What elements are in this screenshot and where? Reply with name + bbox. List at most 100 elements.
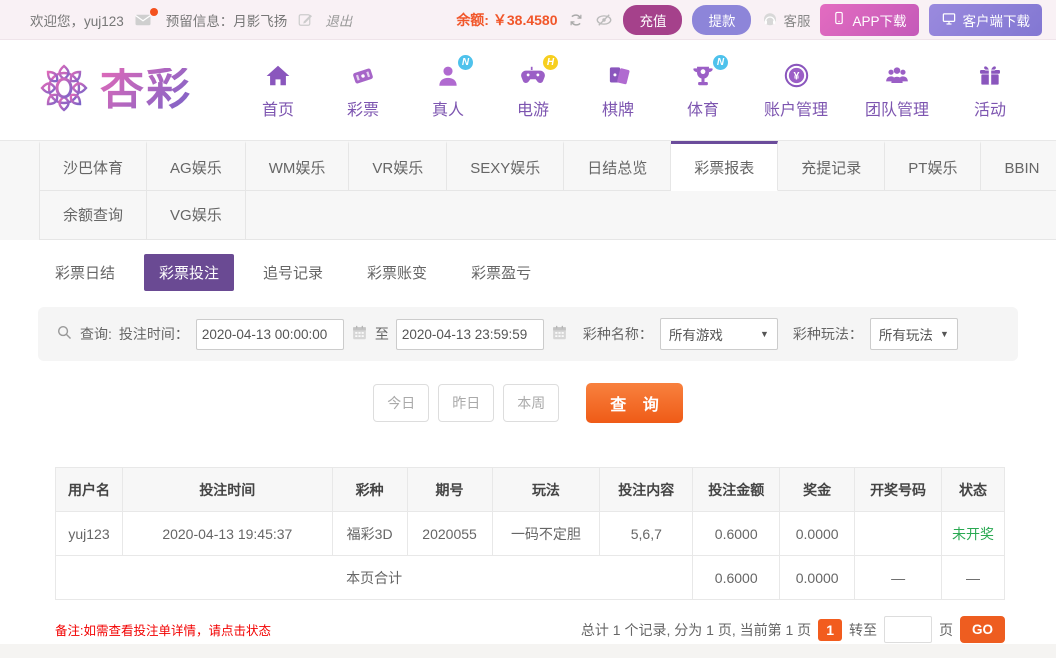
withdraw-button[interactable]: 提款 — [692, 4, 752, 35]
tab-balance-query[interactable]: 余额查询 — [39, 191, 148, 240]
nav-badge-h: H — [543, 54, 558, 70]
search-button[interactable]: 查 询 — [586, 383, 683, 423]
nav-item-sports[interactable]: N 体育 — [679, 54, 728, 120]
subtab-lottery-bets[interactable]: 彩票投注 — [144, 254, 235, 291]
team-icon — [882, 61, 912, 91]
chevron-down-icon: ▼ — [939, 329, 949, 339]
total-label: 本页合计 — [54, 555, 694, 600]
goto-page-input[interactable] — [883, 616, 932, 643]
site-header: 杏彩 首页 彩票 N 真人 H 电游 棋牌 N 体育 ¥ 账户管理 团队管理 活… — [0, 40, 1056, 140]
bets-table-wrap: 用户名 投注时间 彩种 期号 玩法 投注内容 投注金额 奖金 开奖号码 状态 y… — [54, 467, 1005, 600]
subtab-chase-records[interactable]: 追号记录 — [248, 254, 338, 291]
bets-table: 用户名 投注时间 彩种 期号 玩法 投注内容 投注金额 奖金 开奖号码 状态 y… — [54, 467, 1005, 600]
game-select[interactable]: 所有游戏 ▼ — [659, 318, 778, 350]
cell-bet-time: 2020-04-13 19:45:37 — [121, 511, 333, 556]
current-page-badge[interactable]: 1 — [818, 618, 842, 641]
col-bet-content: 投注内容 — [599, 467, 694, 512]
logout-link[interactable]: 退出 — [325, 10, 352, 30]
tab-wm[interactable]: WM娱乐 — [245, 141, 350, 191]
mail-icon[interactable] — [134, 7, 158, 29]
col-issue-number: 期号 — [406, 467, 493, 512]
col-bet-amount: 投注金额 — [692, 467, 781, 512]
nav-item-account[interactable]: ¥ 账户管理 — [764, 61, 828, 120]
tab-shaba-sports[interactable]: 沙巴体育 — [39, 141, 148, 191]
tab-sexy[interactable]: SEXY娱乐 — [447, 141, 565, 191]
total-bet-amount: 0.6000 — [692, 555, 781, 600]
reserved-info: 预留信息：月影飞扬 — [165, 13, 288, 29]
nav-item-team[interactable]: 团队管理 — [865, 61, 929, 120]
calendar-icon[interactable] — [351, 324, 368, 344]
edit-icon[interactable] — [297, 11, 315, 29]
col-play-type: 玩法 — [491, 467, 601, 512]
nav-item-cards[interactable]: 棋牌 — [594, 61, 642, 120]
topbar: 欢迎您，yuj123 预留信息：月影飞扬 退出 余额: ￥38.4580 充值 — [0, 0, 1056, 40]
app-download-button[interactable]: APP下载 — [820, 3, 919, 36]
subtab-lottery-daily[interactable]: 彩票日结 — [40, 254, 130, 291]
col-username: 用户名 — [55, 467, 123, 512]
cell-status-link[interactable]: 未开奖 — [941, 511, 1005, 556]
col-lottery-type: 彩种 — [331, 467, 408, 512]
to-label: 至 — [374, 326, 389, 342]
total-draw-number-dash: — — [854, 555, 942, 600]
refresh-icon[interactable] — [567, 11, 585, 29]
col-status: 状态 — [941, 467, 1005, 512]
balance-label: 余额: — [456, 11, 489, 28]
play-type-label: 彩种玩法： — [792, 326, 863, 342]
app-download-label: APP下载 — [852, 13, 907, 29]
eye-hide-icon[interactable] — [595, 11, 613, 29]
subtab-lottery-profit-loss[interactable]: 彩票盈亏 — [456, 254, 546, 291]
tab-deposit-withdraw-records[interactable]: 充提记录 — [778, 141, 886, 191]
search-icon — [56, 324, 73, 344]
time-from-input[interactable] — [195, 318, 344, 350]
pagination-summary: 总计 1 个记录, 分为 1 页, 当前第 1 页 — [580, 621, 812, 638]
nav-badge-n: N — [458, 54, 473, 70]
site-logo[interactable]: 杏彩 — [36, 60, 192, 121]
cell-draw-number — [854, 511, 942, 556]
home-icon — [263, 61, 293, 91]
tab-daily-overview[interactable]: 日结总览 — [564, 141, 672, 191]
recharge-button[interactable]: 充值 — [623, 4, 683, 35]
tab-lottery-report[interactable]: 彩票报表 — [671, 141, 779, 191]
cell-username: yuj123 — [55, 511, 123, 556]
notification-dot — [149, 7, 158, 16]
table-total-row: 本页合计 0.6000 0.0000 — — — [54, 555, 1005, 600]
gift-icon — [975, 61, 1005, 91]
go-button[interactable]: GO — [959, 616, 1005, 643]
query-label: 查询: — [80, 326, 112, 342]
tab-row-2: 余额查询 VG娱乐 — [0, 191, 1056, 240]
nav-item-lottery[interactable]: 彩票 — [339, 61, 387, 120]
this-week-button[interactable]: 本周 — [503, 384, 560, 422]
nav-item-live[interactable]: N 真人 — [424, 54, 473, 120]
cell-issue-number: 2020055 — [406, 511, 493, 556]
play-select[interactable]: 所有玩法 ▼ — [869, 318, 958, 350]
time-to-input[interactable] — [395, 318, 544, 350]
tab-vg[interactable]: VG娱乐 — [147, 191, 246, 240]
tab-vr[interactable]: VR娱乐 — [349, 141, 448, 191]
subtab-lottery-account-change[interactable]: 彩票账变 — [352, 254, 442, 291]
calendar-icon[interactable] — [551, 324, 568, 344]
game-select-value: 所有游戏 — [668, 328, 723, 343]
col-bet-time: 投注时间 — [121, 467, 333, 512]
yesterday-button[interactable]: 昨日 — [438, 384, 495, 422]
live-icon: N — [433, 54, 473, 91]
tab-ag[interactable]: AG娱乐 — [147, 141, 246, 191]
tabrow-filler — [245, 191, 1056, 240]
cell-lottery-type: 福彩3D — [331, 511, 408, 556]
today-button[interactable]: 今日 — [373, 384, 430, 422]
nav-item-egames[interactable]: H 电游 — [509, 54, 558, 120]
tab-row-1: 沙巴体育 AG娱乐 WM娱乐 VR娱乐 SEXY娱乐 日结总览 彩票报表 充提记… — [0, 141, 1056, 191]
col-draw-number: 开奖号码 — [854, 467, 942, 512]
report-tabbar: 沙巴体育 AG娱乐 WM娱乐 VR娱乐 SEXY娱乐 日结总览 彩票报表 充提记… — [0, 140, 1056, 240]
nav-item-home[interactable]: 首页 — [254, 61, 302, 120]
phone-icon — [832, 10, 846, 29]
cell-prize: 0.0000 — [779, 511, 856, 556]
cell-play-type: 一码不定胆 — [491, 511, 601, 556]
client-download-label: 客户端下载 — [962, 13, 1031, 29]
tab-bbin[interactable]: BBIN — [981, 141, 1056, 191]
trophy-icon: N — [688, 54, 728, 91]
quick-buttons: 今日 昨日 本周 查 询 — [0, 383, 1056, 423]
nav-item-promotions[interactable]: 活动 — [966, 61, 1014, 120]
tab-pt[interactable]: PT娱乐 — [885, 141, 982, 191]
customer-service-link[interactable]: 客服 — [761, 10, 810, 30]
client-download-button[interactable]: 客户端下载 — [928, 3, 1042, 36]
